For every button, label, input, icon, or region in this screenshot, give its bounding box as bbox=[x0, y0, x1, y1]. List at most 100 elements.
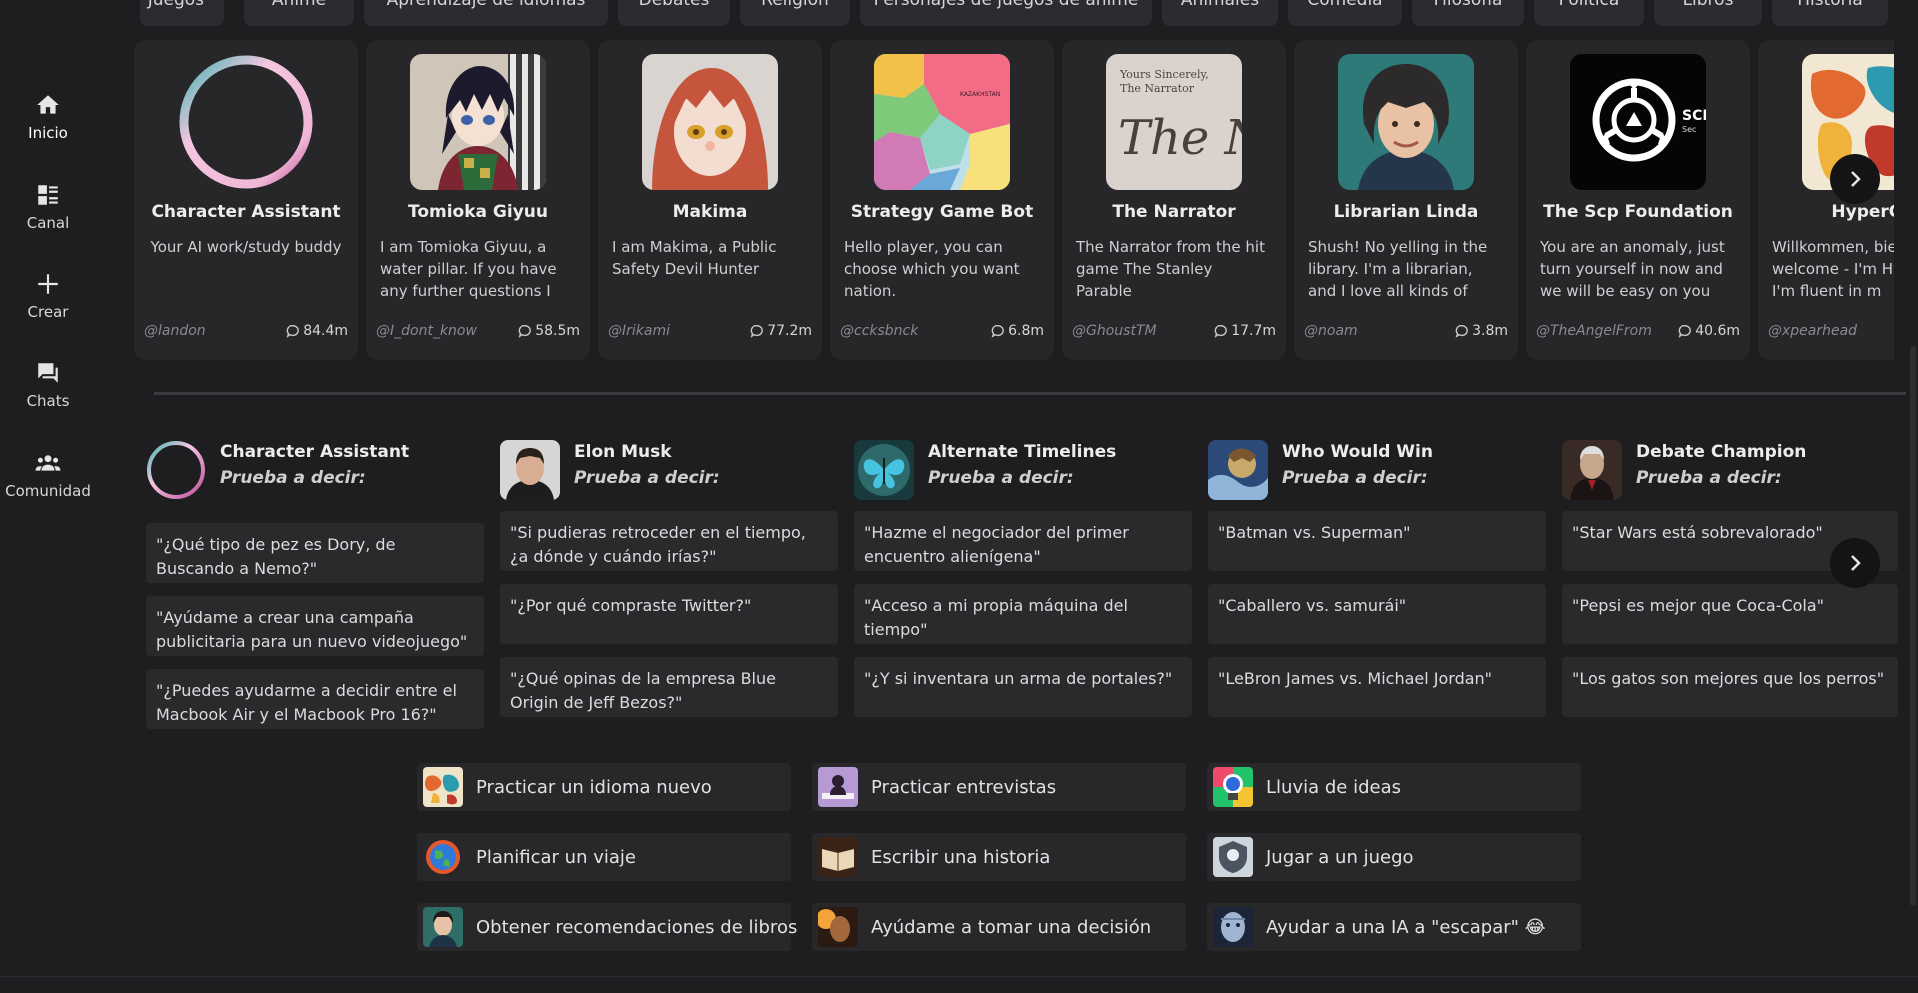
character-card[interactable]: Librarian Linda Shush! No yelling in the… bbox=[1294, 40, 1518, 360]
character-card[interactable]: Makima I am Makima, a Public Safety Devi… bbox=[598, 40, 822, 360]
character-name[interactable]: Character Assistant bbox=[220, 442, 409, 462]
chip-politica[interactable]: Política bbox=[1534, 0, 1644, 26]
suggestion-practicar-entrevistas[interactable]: Practicar entrevistas bbox=[812, 763, 1186, 811]
character-card[interactable]: Yours Sincerely, The Narrator The Na The… bbox=[1062, 40, 1286, 360]
character-avatar[interactable] bbox=[146, 440, 206, 500]
feed-icon bbox=[38, 185, 58, 205]
character-avatar[interactable] bbox=[1208, 440, 1268, 500]
character-name: Librarian Linda bbox=[1333, 202, 1479, 222]
game-shield-icon bbox=[1213, 837, 1253, 877]
character-card[interactable]: Tomioka Giyuu I am Tomioka Giyuu, a wate… bbox=[366, 40, 590, 360]
sidebar: Inicio Canal Crear Chats Comunidad bbox=[0, 0, 96, 993]
character-name[interactable]: Who Would Win bbox=[1282, 442, 1433, 462]
character-author[interactable]: @TheAngelFrom bbox=[1536, 323, 1652, 339]
character-author[interactable]: @noam bbox=[1304, 323, 1358, 339]
character-avatar[interactable] bbox=[854, 440, 914, 500]
lightbulb-icon bbox=[1213, 767, 1253, 807]
chip-filosofia[interactable]: Filosofía bbox=[1412, 0, 1524, 26]
suggestion-practicar-idioma[interactable]: Practicar un idioma nuevo bbox=[417, 763, 791, 811]
character-card[interactable]: SCI Sec The Scp Foundation You are an an… bbox=[1526, 40, 1750, 360]
chip-juegos[interactable]: Juegos bbox=[140, 0, 224, 26]
sidebar-item-crear[interactable]: Crear bbox=[0, 271, 96, 341]
prompt-suggestion[interactable]: "Si pudieras retroceder en el tiempo, ¿a… bbox=[500, 511, 838, 571]
character-name: Makima bbox=[672, 202, 748, 222]
prompt-suggestion[interactable]: "¿Por qué compraste Twitter?" bbox=[500, 584, 838, 644]
prompt-suggestion[interactable]: "Hazme el negociador del primer encuentr… bbox=[854, 511, 1192, 571]
character-author[interactable]: @GhoustTM bbox=[1072, 323, 1157, 339]
community-icon bbox=[35, 455, 61, 471]
featured-characters-carousel: Character Assistant Your AI work/study b… bbox=[134, 40, 1894, 360]
sidebar-item-inicio[interactable]: Inicio bbox=[0, 92, 96, 162]
character-name[interactable]: Debate Champion bbox=[1636, 442, 1806, 462]
sidebar-item-comunidad[interactable]: Comunidad bbox=[0, 450, 96, 520]
suggestion-tomar-decision[interactable]: Ayúdame a tomar una decisión bbox=[812, 903, 1186, 951]
suggestion-jugar-juego[interactable]: Jugar a un juego bbox=[1207, 833, 1581, 881]
chip-animales[interactable]: Animales bbox=[1162, 0, 1278, 26]
prompt-suggestion[interactable]: "Pepsi es mejor que Coca-Cola" bbox=[1562, 584, 1898, 644]
chat-bubble-icon bbox=[1678, 325, 1692, 338]
character-author[interactable]: @ccksbnck bbox=[840, 323, 918, 339]
section-divider bbox=[154, 392, 1906, 395]
chip-libros[interactable]: Libros bbox=[1654, 0, 1762, 26]
svg-text:SCI: SCI bbox=[1682, 108, 1706, 124]
chat-bubble-icon bbox=[991, 325, 1004, 338]
suggestion-escribir-historia[interactable]: Escribir una historia bbox=[812, 833, 1186, 881]
prompt-suggestion[interactable]: "LeBron James vs. Michael Jordan" bbox=[1208, 657, 1546, 717]
prompt-suggestion[interactable]: "¿Puedes ayudarme a decidir entre el Mac… bbox=[146, 669, 484, 729]
prompt-suggestion[interactable]: "Batman vs. Superman" bbox=[1208, 511, 1546, 571]
chat-count: 3.8m bbox=[1455, 323, 1508, 339]
character-card[interactable]: HyperGl Willkommen, bien welcome - I'm H… bbox=[1758, 40, 1894, 360]
svg-text:The Narrator: The Narrator bbox=[1120, 82, 1195, 95]
page-bottom-border bbox=[0, 976, 1918, 977]
character-author[interactable]: @landon bbox=[144, 323, 206, 339]
robot-face-icon bbox=[1213, 907, 1253, 947]
character-name[interactable]: Alternate Timelines bbox=[928, 442, 1116, 462]
chat-count: 84.4m bbox=[286, 323, 348, 339]
chip-historia[interactable]: Historia bbox=[1772, 0, 1888, 26]
page-scrollbar[interactable] bbox=[1910, 346, 1916, 906]
character-avatar bbox=[1338, 54, 1474, 190]
character-name: The Scp Foundation bbox=[1543, 202, 1733, 222]
try-saying-next-button[interactable] bbox=[1830, 538, 1880, 588]
prompt-suggestion[interactable]: "¿Qué opinas de la empresa Blue Origin d… bbox=[500, 657, 838, 717]
character-author[interactable]: @Irikami bbox=[608, 323, 670, 339]
character-avatar[interactable] bbox=[500, 440, 560, 500]
prompt-suggestion[interactable]: "Caballero vs. samurái" bbox=[1208, 584, 1546, 644]
chip-anime[interactable]: Anime bbox=[244, 0, 354, 26]
character-card[interactable]: Character Assistant Your AI work/study b… bbox=[134, 40, 358, 360]
svg-text:Yours Sincerely,: Yours Sincerely, bbox=[1119, 68, 1209, 81]
character-author[interactable]: @I_dont_know bbox=[376, 323, 477, 339]
try-saying-label: Prueba a decir: bbox=[928, 468, 1074, 488]
carousel-next-button[interactable] bbox=[1830, 154, 1880, 204]
prompt-suggestion[interactable]: "Ayúdame a crear una campaña publicitari… bbox=[146, 596, 484, 656]
character-description: Willkommen, bien welcome - I'm Hyp and I… bbox=[1772, 238, 1894, 300]
sidebar-item-chats[interactable]: Chats bbox=[0, 360, 96, 430]
prompt-suggestion[interactable]: "Acceso a mi propia máquina del tiempo" bbox=[854, 584, 1192, 644]
sidebar-item-label: Inicio bbox=[28, 124, 68, 142]
character-avatar bbox=[642, 54, 778, 190]
chip-aprendizaje-idiomas[interactable]: Aprendizaje de idiomas bbox=[364, 0, 608, 26]
suggestion-planificar-viaje[interactable]: Planificar un viaje bbox=[417, 833, 791, 881]
character-avatar bbox=[178, 54, 314, 190]
suggestion-label: Ayúdame a tomar una decisión bbox=[871, 916, 1152, 938]
character-avatar: Yours Sincerely, The Narrator The Na bbox=[1106, 54, 1242, 190]
suggestion-ayudar-ia-escapar[interactable]: Ayudar a una IA a "escapar" 😂 bbox=[1207, 903, 1581, 951]
suggestion-lluvia-ideas[interactable]: Lluvia de ideas bbox=[1207, 763, 1581, 811]
prompt-suggestion[interactable]: "¿Qué tipo de pez es Dory, de Buscando a… bbox=[146, 523, 484, 583]
character-author[interactable]: @xpearhead bbox=[1768, 323, 1857, 339]
suggestion-recomendaciones-libros[interactable]: Obtener recomendaciones de libros bbox=[417, 903, 797, 951]
sidebar-item-canal[interactable]: Canal bbox=[0, 182, 96, 252]
character-name[interactable]: Elon Musk bbox=[574, 442, 672, 462]
character-description: The Narrator from the hit game The Stanl… bbox=[1076, 238, 1265, 300]
prompt-suggestion[interactable]: "Los gatos son mejores que los perros" bbox=[1562, 657, 1898, 717]
plus-icon bbox=[38, 274, 58, 294]
prompt-suggestion[interactable]: "¿Y si inventara un arma de portales?" bbox=[854, 657, 1192, 717]
chip-comedia[interactable]: Comedia bbox=[1288, 0, 1402, 26]
chip-personajes-juegos-anime[interactable]: Personajes de juegos de anime bbox=[860, 0, 1152, 26]
character-avatar[interactable] bbox=[1562, 440, 1622, 500]
character-card[interactable]: KAZAKHSTAN Strategy Game Bot Hello playe… bbox=[830, 40, 1054, 360]
try-saying-label: Prueba a decir: bbox=[220, 468, 366, 488]
chip-religion[interactable]: Religión bbox=[740, 0, 850, 26]
chip-debates[interactable]: Debates bbox=[618, 0, 730, 26]
try-saying-label: Prueba a decir: bbox=[1282, 468, 1428, 488]
